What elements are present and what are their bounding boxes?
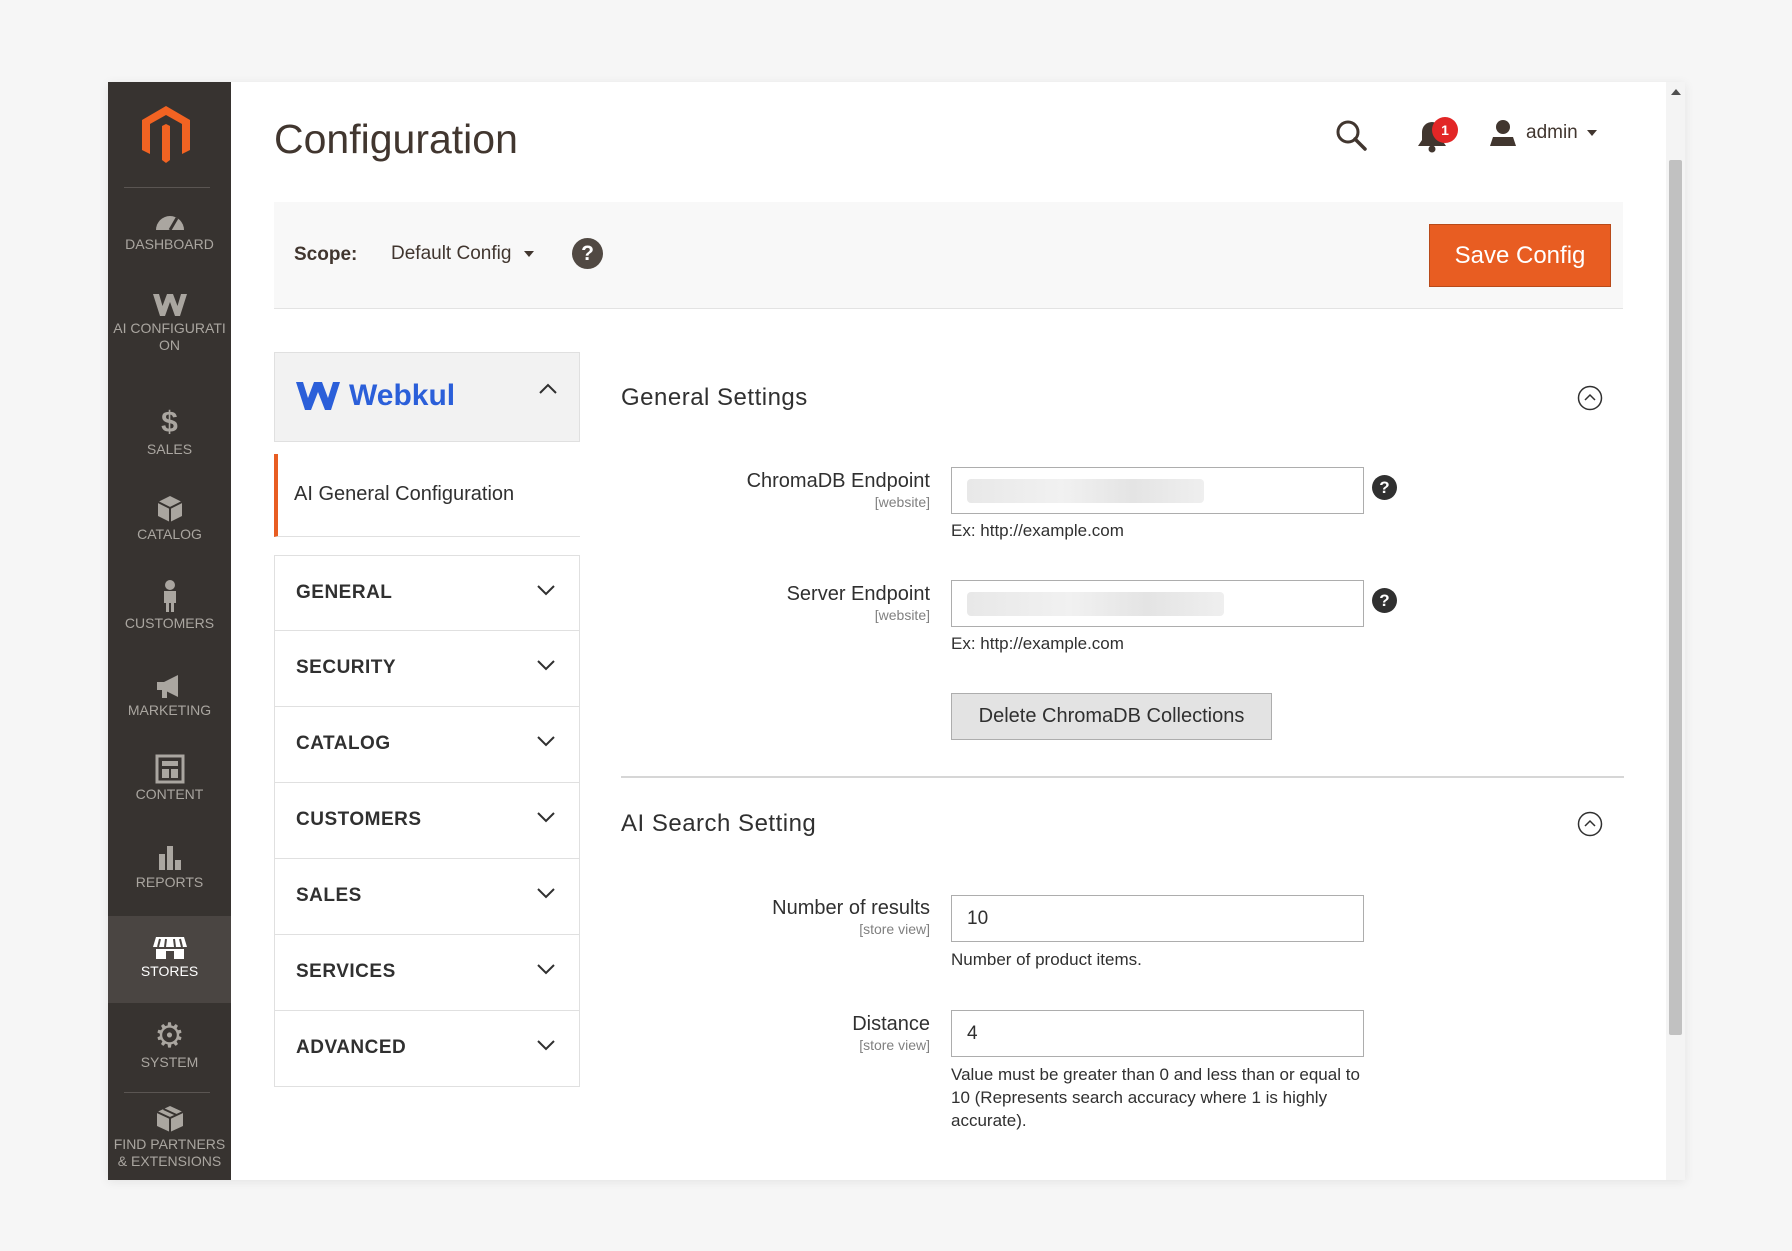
nav-divider: [124, 187, 210, 188]
chevron-down-icon: [537, 585, 555, 596]
magento-logo[interactable]: [138, 104, 194, 166]
scope-bar: Scope: Default Config ? Save Config: [274, 202, 1623, 309]
layout-icon: [155, 754, 184, 784]
tab-ai-general-configuration[interactable]: AI General Configuration: [274, 454, 580, 537]
collapse-circle-icon[interactable]: [1577, 811, 1603, 837]
tab-section-sales[interactable]: SALES: [274, 859, 580, 935]
help-icon[interactable]: ?: [1372, 588, 1397, 613]
scroll-up-arrow-icon[interactable]: [1670, 88, 1682, 96]
collapse-circle-icon[interactable]: [1577, 385, 1603, 411]
chromadb-endpoint-label: ChromaDB Endpoint [website]: [746, 470, 930, 510]
gear-icon: ⚙: [154, 1017, 185, 1055]
search-icon[interactable]: [1334, 118, 1368, 152]
store-icon: [152, 937, 187, 959]
user-name: admin: [1526, 122, 1578, 143]
blurred-value: [967, 479, 1204, 503]
nav-divider: [124, 1092, 210, 1093]
webkul-logo: Webkul: [295, 379, 455, 413]
admin-sidebar: DASHBOARD AI CONFIGURATION $ SALES CATAL…: [108, 82, 231, 1180]
caret-down-icon: [1586, 130, 1597, 136]
delete-chromadb-collections-button[interactable]: Delete ChromaDB Collections: [951, 693, 1272, 740]
tab-section-services[interactable]: SERVICES: [274, 935, 580, 1011]
save-config-button[interactable]: Save Config: [1429, 224, 1611, 287]
chevron-down-icon: [537, 812, 555, 823]
help-icon[interactable]: ?: [1372, 475, 1397, 500]
bar-chart-icon: [158, 846, 181, 870]
distance-label: Distance [store view]: [852, 1013, 930, 1053]
tab-section-customers[interactable]: CUSTOMERS: [274, 783, 580, 859]
user-icon: [1490, 120, 1516, 146]
chevron-up-icon: [539, 383, 557, 394]
user-menu[interactable]: admin: [1488, 118, 1598, 148]
chevron-down-icon: [537, 888, 555, 899]
admin-window: DASHBOARD AI CONFIGURATION $ SALES CATAL…: [108, 82, 1685, 1180]
nav-item-ai-configuration[interactable]: AI CONFIGURATION: [108, 292, 231, 382]
config-tabs: Webkul AI General Configuration GENERAL …: [274, 352, 580, 1087]
nav-item-catalog[interactable]: CATALOG: [108, 494, 231, 562]
nav-item-stores[interactable]: STORES: [108, 916, 231, 1003]
box-icon: [157, 496, 182, 522]
dollar-icon: $: [161, 406, 178, 439]
server-endpoint-input[interactable]: [951, 580, 1364, 627]
distance-input[interactable]: [951, 1010, 1364, 1057]
chromadb-endpoint-note: Ex: http://example.com: [951, 521, 1124, 540]
general-settings-title[interactable]: General Settings: [621, 384, 808, 412]
tab-group-webkul[interactable]: Webkul: [274, 352, 580, 442]
tab-section-advanced[interactable]: ADVANCED: [274, 1011, 580, 1087]
section-divider: [621, 776, 1624, 778]
chevron-down-icon: [537, 964, 555, 975]
page-title: Configuration: [274, 116, 518, 162]
nav-item-reports[interactable]: REPORTS: [108, 842, 231, 912]
chevron-down-icon: [537, 736, 555, 747]
webkul-w-icon: [296, 382, 340, 410]
person-icon: [163, 580, 176, 612]
nav-item-find-partners[interactable]: FIND PARTNERS & EXTENSIONS: [108, 1104, 231, 1180]
gauge-icon: [155, 216, 184, 231]
scope-switcher[interactable]: Default Config: [391, 243, 535, 265]
number-of-results-label: Number of results [store view]: [772, 897, 930, 937]
tab-section-general[interactable]: GENERAL: [274, 555, 580, 631]
webkul-w-icon: [152, 294, 187, 316]
nav-item-system[interactable]: ⚙ SYSTEM: [108, 1017, 231, 1088]
ai-search-setting-title[interactable]: AI Search Setting: [621, 810, 816, 838]
nav-item-dashboard[interactable]: DASHBOARD: [108, 208, 231, 273]
tab-section-security[interactable]: SECURITY: [274, 631, 580, 707]
megaphone-icon: [156, 675, 178, 698]
chevron-down-icon: [537, 660, 555, 671]
number-of-results-note: Number of product items.: [951, 950, 1142, 969]
server-endpoint-note: Ex: http://example.com: [951, 634, 1124, 653]
notification-count-badge[interactable]: 1: [1432, 117, 1458, 143]
nav-item-customers[interactable]: CUSTOMERS: [108, 579, 231, 649]
blurred-value: [967, 592, 1224, 616]
chromadb-endpoint-input[interactable]: [951, 467, 1364, 514]
distance-note: Value must be greater than 0 and less th…: [951, 1065, 1360, 1130]
tab-section-catalog[interactable]: CATALOG: [274, 707, 580, 783]
nav-item-content[interactable]: CONTENT: [108, 754, 231, 824]
number-of-results-input[interactable]: [951, 895, 1364, 942]
cubes-icon: [156, 1106, 183, 1132]
caret-down-icon: [524, 251, 535, 257]
nav-item-marketing[interactable]: MARKETING: [108, 672, 231, 740]
scope-value: Default Config: [391, 243, 512, 264]
server-endpoint-label: Server Endpoint [website]: [786, 583, 930, 623]
tab-ai-general-configuration-label: AI General Configuration: [294, 483, 515, 505]
nav-item-sales[interactable]: $ SALES: [108, 407, 231, 475]
webkul-label: Webkul: [349, 379, 456, 412]
chevron-down-icon: [537, 1040, 555, 1051]
scope-help-icon[interactable]: ?: [572, 238, 603, 269]
scrollbar-thumb[interactable]: [1669, 160, 1682, 1035]
scope-label: Scope:: [294, 244, 358, 265]
